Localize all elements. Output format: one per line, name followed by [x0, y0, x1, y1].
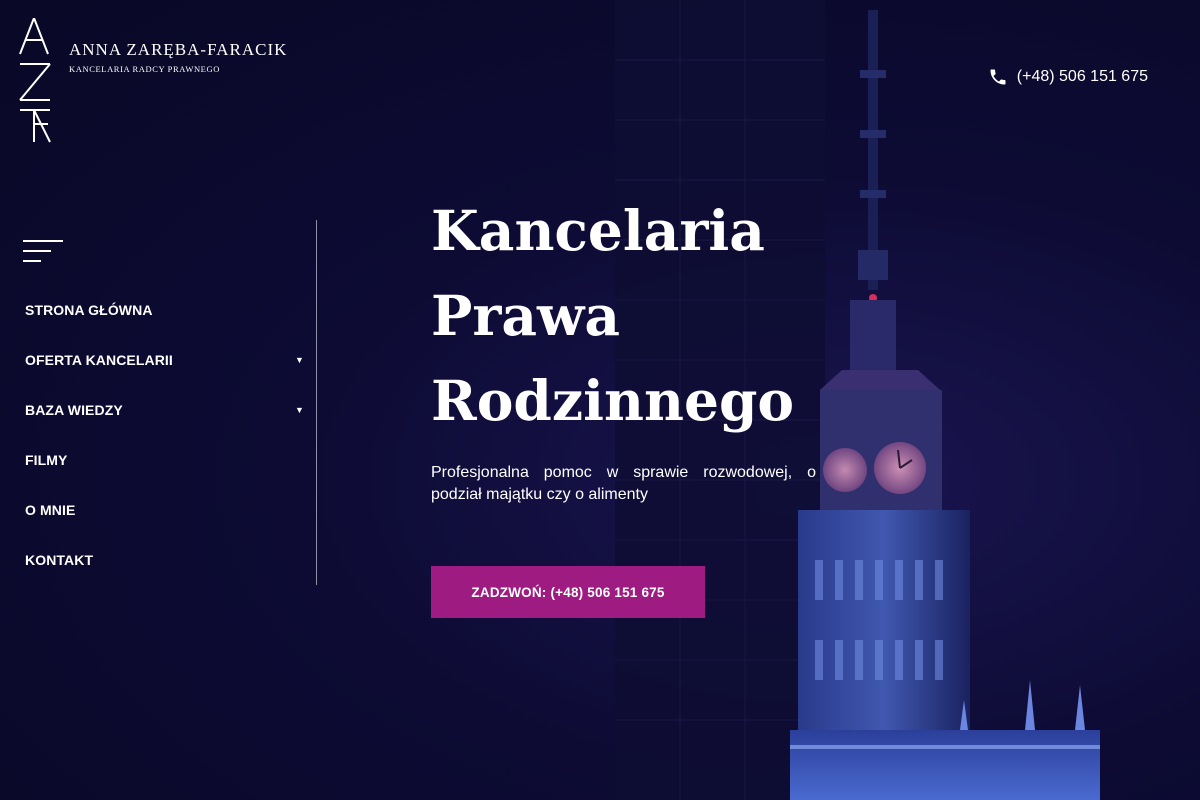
hero-title-line: Prawa — [431, 283, 620, 348]
menu-item-kontakt[interactable]: KONTAKT — [0, 535, 316, 585]
page: ANNA ZARĘBA-FARACIK KANCELARIA RADCY PRA… — [0, 0, 1200, 800]
menu-item-label: KONTAKT — [25, 552, 94, 568]
caret-down-icon: ▼ — [294, 355, 304, 365]
call-button[interactable]: ZADZWOŃ: (+48) 506 151 675 — [431, 566, 705, 618]
menu-item-label: FILMY — [25, 452, 68, 468]
hero-title-line: Kancelaria — [431, 198, 765, 263]
hero-title: Kancelaria Prawa Rodzinnego — [431, 188, 851, 443]
header-phone-link[interactable]: (+48) 506 151 675 — [988, 67, 1148, 87]
menu-item-label: STRONA GŁÓWNA — [25, 302, 153, 318]
hamburger-menu-icon[interactable] — [23, 240, 63, 264]
hero-description: Profesjonalna pomoc w sprawie rozwodowej… — [431, 464, 816, 503]
azf-monogram-icon — [19, 18, 51, 143]
hero-title-line: Rodzinnego — [431, 368, 795, 433]
phone-icon — [990, 69, 1006, 85]
menu-item-baza-wiedzy[interactable]: BAZA WIEDZY ▼ — [0, 385, 316, 435]
brand-logo[interactable]: ANNA ZARĘBA-FARACIK KANCELARIA RADCY PRA… — [18, 18, 288, 148]
main-menu: STRONA GŁÓWNA OFERTA KANCELARII ▼ BAZA WI… — [0, 285, 316, 585]
menu-item-label: BAZA WIEDZY — [25, 402, 123, 418]
menu-item-strona-glowna[interactable]: STRONA GŁÓWNA — [0, 285, 316, 335]
caret-down-icon: ▼ — [294, 405, 304, 415]
menu-item-o-mnie[interactable]: O MNIE — [0, 485, 316, 535]
menu-item-filmy[interactable]: FILMY — [0, 435, 316, 485]
menu-item-label: O MNIE — [25, 502, 76, 518]
menu-item-oferta-kancelarii[interactable]: OFERTA KANCELARII ▼ — [0, 335, 316, 385]
sidebar-navigation: STRONA GŁÓWNA OFERTA KANCELARII ▼ BAZA WI… — [0, 220, 317, 585]
header-phone-number: (+48) 506 151 675 — [1016, 68, 1148, 85]
menu-item-label: OFERTA KANCELARII — [25, 352, 173, 368]
brand-name: ANNA ZARĘBA-FARACIK — [69, 40, 288, 59]
brand-subtitle: KANCELARIA RADCY PRAWNEGO — [69, 64, 220, 74]
